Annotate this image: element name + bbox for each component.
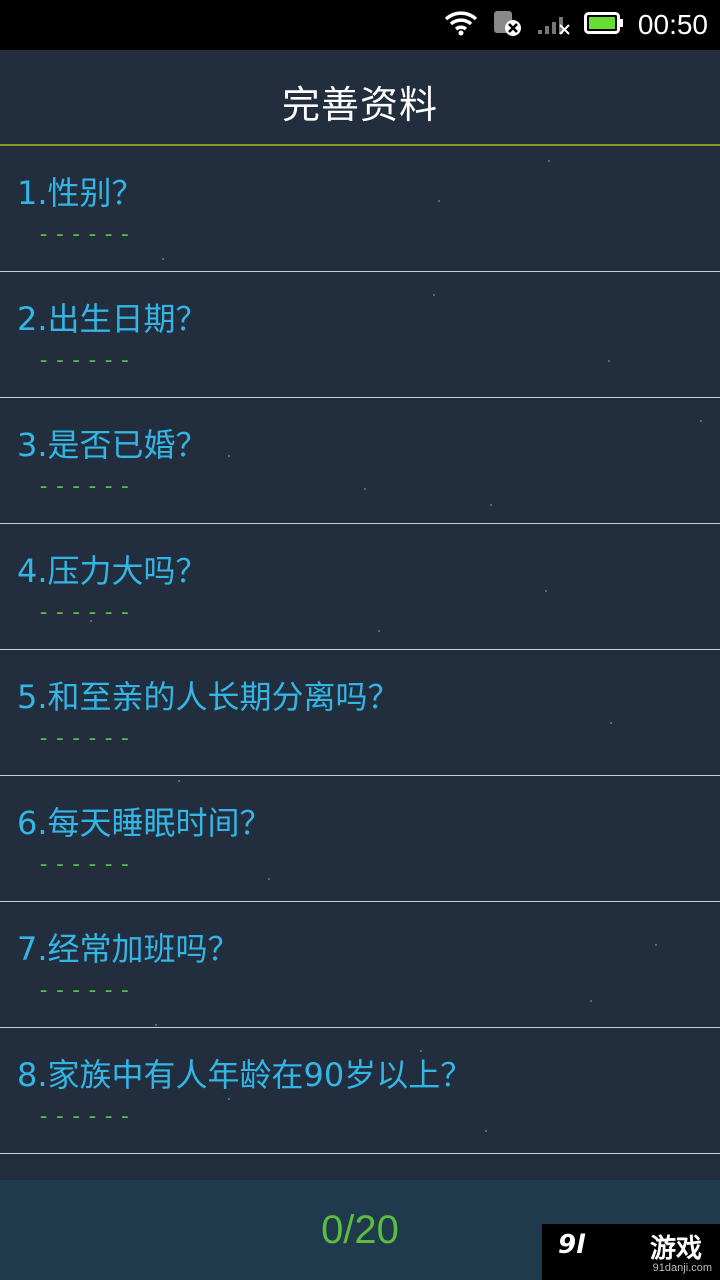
signal-icon [536,11,570,39]
title-bar: 完善资料 [0,50,720,146]
wifi-icon [444,10,478,40]
question-label: 1.性别？ [17,174,144,212]
question-label: 3.是否已婚？ [17,426,208,464]
app-screen: 00:50 完善资料 1.性别？ ------ 2.出生日期？ ------ 3… [0,0,720,1280]
question-label: 6.每天睡眠时间？ [17,804,272,842]
status-clock: 00:50 [637,9,708,40]
list-item[interactable]: 1.性别？ ------ [0,146,720,272]
question-label: 4.压力大吗？ [17,552,208,590]
answer-value: ------ [37,726,135,751]
list-item[interactable]: 3.是否已婚？ ------ [0,398,720,524]
answer-value: ------ [37,1104,135,1129]
list-item[interactable]: 5.和至亲的人长期分离吗？ ------ [0,650,720,776]
battery-icon [583,11,624,39]
answer-value: ------ [37,348,135,373]
page-title: 完善资料 [281,83,438,127]
list-item[interactable]: 6.每天睡眠时间？ ------ [0,776,720,902]
list-item[interactable]: 8.家族中有人年龄在90岁以上？ ------ [0,1028,720,1154]
list-item[interactable]: 4.压力大吗？ ------ [0,524,720,650]
answer-value: ------ [37,474,135,499]
watermark-url: 91danji.com [652,1262,712,1274]
watermark-text: 游戏 [650,1234,703,1264]
list-item[interactable]: 2.出生日期？ ------ [0,272,720,398]
question-label: 2.出生日期？ [17,300,208,338]
question-label: 7.经常加班吗？ [17,930,240,968]
status-icons: 00:50 [430,0,708,50]
answer-value: ------ [37,600,135,625]
question-list: 1.性别？ ------ 2.出生日期？ ------ 3.是否已婚？ ----… [0,146,720,1154]
answer-value: ------ [37,222,135,247]
question-label: 5.和至亲的人长期分离吗？ [17,678,400,716]
watermark-logo: 9l 游戏 91danji.com [542,1224,720,1280]
answer-value: ------ [37,978,135,1003]
list-item[interactable]: 7.经常加班吗？ ------ [0,902,720,1028]
question-label: 8.家族中有人年龄在90岁以上？ [17,1056,473,1094]
status-bar: 00:50 [0,0,720,50]
answer-value: ------ [37,852,135,877]
sim-card-icon [492,9,522,41]
watermark-logo-mark: 9l [558,1230,586,1260]
